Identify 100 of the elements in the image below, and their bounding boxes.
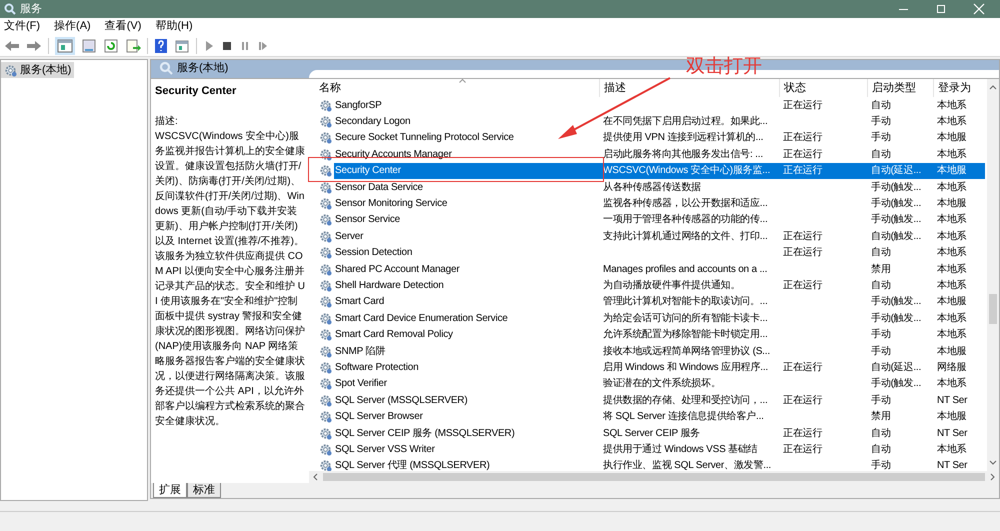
service-name-cell[interactable]: Shell Hardware Detection <box>334 277 599 294</box>
service-description: WSCSVC(Windows 安全中心)服务监视并报告计算机上的安全健康设置。健康设置包括防火墙(打开/关闭)、防病毒(打开/关闭/过期)、反间谍软件(打开/关闭/过期)、Windows 更新(自动/手动下载并安装更新)、用户帐户控制(打开/关闭)以及 Internet 设置(推荐/不推荐)。该服务为独立软件供应商提供 COM API 以便向安全中心服务注册并记录其产品的状态。安全和维护 UI 使用该服务在"安全和维护"控制面板中提供 systray 警报和安全健康状况的图形视图。网络访问保护(NAP)使用该服务向 NAP 网络策略服务器报告客户端的安全健康状况，以便进行网络隔离决策。该服务还提供一个公共 API，以允许外部客户以编程方式检索系统的聚合安全健康状况。 <box>155 130 306 428</box>
console-tree-icon[interactable] <box>55 36 75 54</box>
horizontal-scrollbar[interactable] <box>309 471 999 483</box>
table-cell-text: 正在运行 <box>783 246 822 260</box>
back-icon[interactable] <box>4 38 20 52</box>
table-cell-text: 手动 <box>871 328 891 342</box>
table-cell-text: 正在运行 <box>783 148 822 162</box>
table-cell-text: 正在运行 <box>783 360 822 375</box>
service-name-cell[interactable]: Spot Verifier <box>334 376 599 392</box>
service-name: Security Center <box>155 84 238 99</box>
column-header[interactable]: 描述 <box>599 79 779 97</box>
table-cell-text: 本地服 <box>937 196 966 212</box>
table-cell-text: 自动 <box>871 442 891 457</box>
table-cell-text: 为自动播放硬件事件提供通知。 <box>603 278 740 293</box>
service-name-cell[interactable]: Software Protection <box>334 359 599 376</box>
service-name-cell[interactable]: Server <box>334 228 599 245</box>
table-cell-text: 正在运行 <box>783 278 822 293</box>
play-icon[interactable] <box>203 40 215 52</box>
table-cell-text: 本地服 <box>937 410 966 424</box>
table-cell-text: WSCSVC(Windows 安全中心)服务监... <box>603 164 770 178</box>
service-name-cell[interactable]: SQL Server (MSSQLSERVER) <box>334 392 599 408</box>
table-cell-text: 禁用 <box>871 410 891 424</box>
menu-item[interactable]: 文件(F) <box>4 18 40 35</box>
table-cell-text: NT Ser <box>937 459 968 471</box>
table-cell-text: 自动 <box>871 426 891 440</box>
pause-icon[interactable] <box>239 40 251 52</box>
service-name-cell[interactable]: SNMP 陷阱 <box>334 342 599 360</box>
scroll-thumb[interactable] <box>989 294 997 324</box>
service-name-cell[interactable]: Sensor Data Service <box>334 178 599 196</box>
table-cell-text: 本地服 <box>937 344 966 359</box>
forward-icon[interactable] <box>26 38 42 52</box>
table-cell-text: 为给定会话可访问的所有智能卡读卡... <box>603 312 768 326</box>
resume-icon[interactable] <box>257 40 269 52</box>
column-header[interactable]: 启动类型 <box>867 79 933 97</box>
table-cell-text: 自动 <box>871 278 891 293</box>
table-cell-text: 正在运行 <box>783 164 822 178</box>
service-name-cell[interactable]: Security Center <box>334 162 599 179</box>
window-icon[interactable] <box>174 38 190 54</box>
service-name-cell[interactable]: Smart Card <box>334 294 599 310</box>
table-cell-text: 从各种传感器传送数据 <box>603 180 702 195</box>
service-name-cell[interactable]: Smart Card Removal Policy <box>334 326 599 343</box>
service-name-cell[interactable]: SQL Server 代理 (MSSQLSERVER) <box>334 458 599 471</box>
service-name-cell[interactable]: Secure Socket Tunneling Protocol Service <box>334 130 599 146</box>
table-cell-text: 本地系 <box>937 328 966 342</box>
table-cell-text: 允许系统配置为移除智能卡时锁定用... <box>603 328 768 342</box>
menu-item[interactable]: 帮助(H) <box>155 18 193 35</box>
help-icon[interactable] <box>154 38 168 54</box>
table-cell-text: 手动(触发... <box>871 312 922 326</box>
service-name-cell[interactable]: Shared PC Account Manager <box>334 260 599 278</box>
table-cell-text: 本地系 <box>937 230 966 244</box>
view-tab[interactable]: 扩展 <box>153 483 187 498</box>
export-icon[interactable] <box>125 38 141 54</box>
table-cell-text: NT Ser <box>937 426 968 440</box>
table-cell-text: 自动 <box>871 148 891 162</box>
stop-icon[interactable] <box>221 40 233 52</box>
table-cell-text: 手动(触发... <box>871 196 922 212</box>
service-name-cell[interactable]: SQL Server Browser <box>334 408 599 425</box>
service-name-cell[interactable]: SangforSP <box>334 97 599 114</box>
table-cell-text: 启用 Windows 和 Windows 应用程序... <box>603 360 768 375</box>
service-name-cell[interactable]: Sensor Monitoring Service <box>334 195 599 212</box>
table-cell-text: 本地系 <box>937 312 966 326</box>
table-cell-text: 手动(触发... <box>871 294 922 310</box>
column-header[interactable]: 登录为 <box>933 79 985 97</box>
menu-item[interactable]: 查看(V) <box>104 18 142 35</box>
table-cell-text: 自动(触发... <box>871 230 922 244</box>
table-cell-text: 手动 <box>871 130 891 146</box>
service-name-cell[interactable]: Secondary Logon <box>334 113 599 130</box>
table-cell-text: 本地服 <box>937 294 966 310</box>
table-cell-text: 提供数据的存储、处理和受控访问，... <box>603 394 768 408</box>
table-cell-text: 本地系 <box>937 376 966 392</box>
service-name-cell[interactable]: Smart Card Device Enumeration Service <box>334 310 599 326</box>
table-cell-text: 手动 <box>871 344 891 359</box>
menu-item[interactable]: 操作(A) <box>54 18 91 35</box>
table-cell-text: 正在运行 <box>783 394 822 408</box>
table-cell-text: 提供使用 VPN 连接到远程计算机的... <box>603 130 764 146</box>
table-cell-text: 监视各种传感器，以公开数据和适应... <box>603 196 768 212</box>
column-header[interactable]: 状态 <box>779 79 867 97</box>
service-name-cell[interactable]: SQL Server VSS Writer <box>334 441 599 458</box>
table-cell-text: 正在运行 <box>783 426 822 440</box>
service-name-cell[interactable]: Session Detection <box>334 244 599 261</box>
column-header[interactable]: 名称 <box>309 79 599 97</box>
table-cell-text: NT Ser <box>937 394 968 408</box>
window-icon[interactable] <box>81 38 97 54</box>
vertical-scrollbar[interactable] <box>987 79 999 471</box>
table-cell-text: 提供用于通过 Windows VSS 基础结 <box>603 442 758 457</box>
table-cell-text: 执行作业、监视 SQL Server、激发警... <box>603 458 771 471</box>
table-cell-text: 本地系 <box>937 246 966 260</box>
service-name-cell[interactable]: SQL Server CEIP 服务 (MSSQLSERVER) <box>334 424 599 442</box>
table-cell-text: 本地系 <box>937 98 966 113</box>
service-name-cell[interactable]: Sensor Service <box>334 212 599 228</box>
table-cell-text: 本地系 <box>937 442 966 457</box>
tree-item[interactable]: 服务(本地) <box>1 62 74 78</box>
view-tab[interactable]: 标准 <box>187 483 221 498</box>
table-cell-text: 本地服 <box>937 130 966 146</box>
table-cell-text: 自动 <box>871 246 891 260</box>
scroll-thumb[interactable] <box>323 473 985 481</box>
table-cell-text: 自动(延迟... <box>871 164 922 178</box>
table-cell-text: 自动 <box>871 98 891 113</box>
refresh-icon[interactable] <box>103 38 119 54</box>
